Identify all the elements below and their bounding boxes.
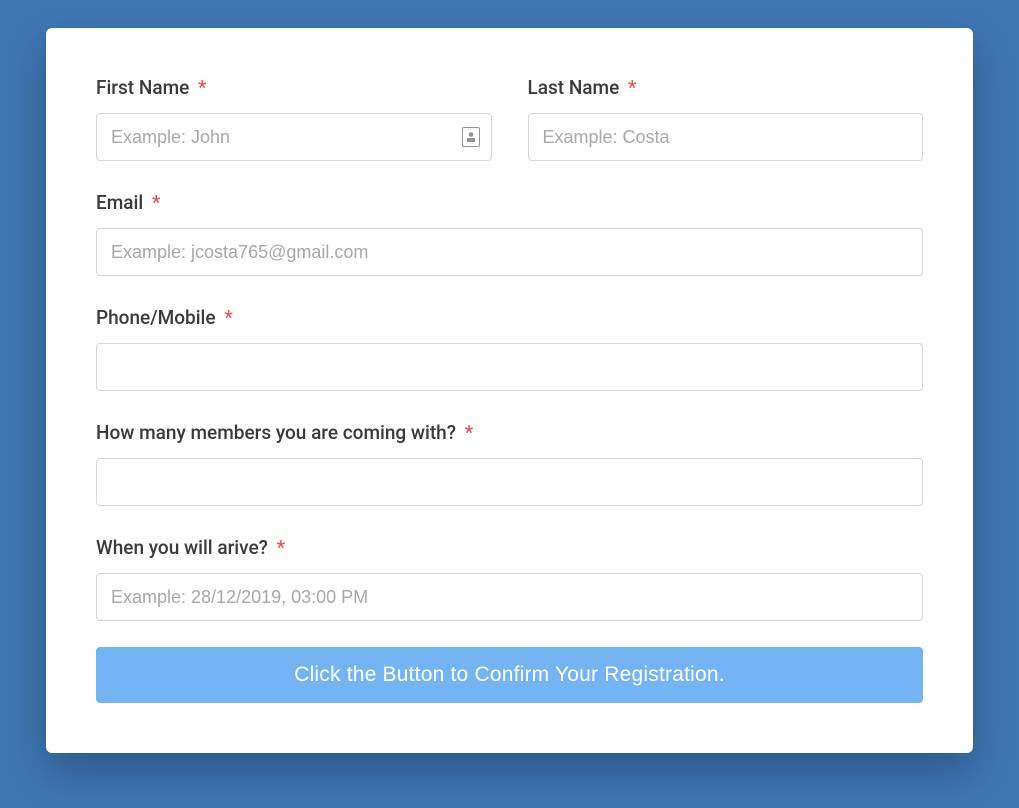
email-label-text: Email: [96, 191, 143, 214]
phone-input[interactable]: [96, 343, 923, 391]
required-asterisk: *: [277, 536, 285, 559]
members-label-text: How many members you are coming with?: [96, 421, 456, 444]
first-name-label: First Name *: [96, 76, 492, 99]
phone-input-wrap: [96, 343, 923, 391]
last-name-label-text: Last Name: [528, 76, 620, 99]
arrival-input[interactable]: [96, 573, 923, 621]
members-input[interactable]: [96, 458, 923, 506]
arrival-label: When you will arive? *: [96, 536, 923, 559]
phone-label: Phone/Mobile *: [96, 306, 923, 329]
contacts-icon[interactable]: [462, 127, 480, 147]
email-label: Email *: [96, 191, 923, 214]
required-asterisk: *: [465, 421, 473, 444]
last-name-input[interactable]: [528, 113, 924, 161]
members-input-wrap: [96, 458, 923, 506]
first-name-label-text: First Name: [96, 76, 189, 99]
email-input-wrap: [96, 228, 923, 276]
arrival-label-text: When you will arive?: [96, 536, 268, 559]
email-field: Email *: [96, 191, 923, 276]
required-asterisk: *: [198, 76, 206, 99]
last-name-field: Last Name *: [528, 76, 924, 165]
phone-field: Phone/Mobile *: [96, 306, 923, 391]
arrival-input-wrap: [96, 573, 923, 621]
required-asterisk: *: [628, 76, 636, 99]
members-field: How many members you are coming with? *: [96, 421, 923, 506]
first-name-input[interactable]: [96, 113, 492, 161]
required-asterisk: *: [152, 191, 160, 214]
members-label: How many members you are coming with? *: [96, 421, 923, 444]
confirm-registration-button[interactable]: Click the Button to Confirm Your Registr…: [96, 647, 923, 703]
last-name-input-wrap: [528, 113, 924, 161]
arrival-field: When you will arive? *: [96, 536, 923, 621]
last-name-label: Last Name *: [528, 76, 924, 99]
email-input[interactable]: [96, 228, 923, 276]
registration-card: First Name * Last Name * Email *: [46, 28, 973, 753]
first-name-field: First Name *: [96, 76, 492, 161]
phone-label-text: Phone/Mobile: [96, 306, 216, 329]
first-name-input-wrap: [96, 113, 492, 161]
name-row: First Name * Last Name *: [96, 76, 923, 191]
required-asterisk: *: [224, 306, 232, 329]
